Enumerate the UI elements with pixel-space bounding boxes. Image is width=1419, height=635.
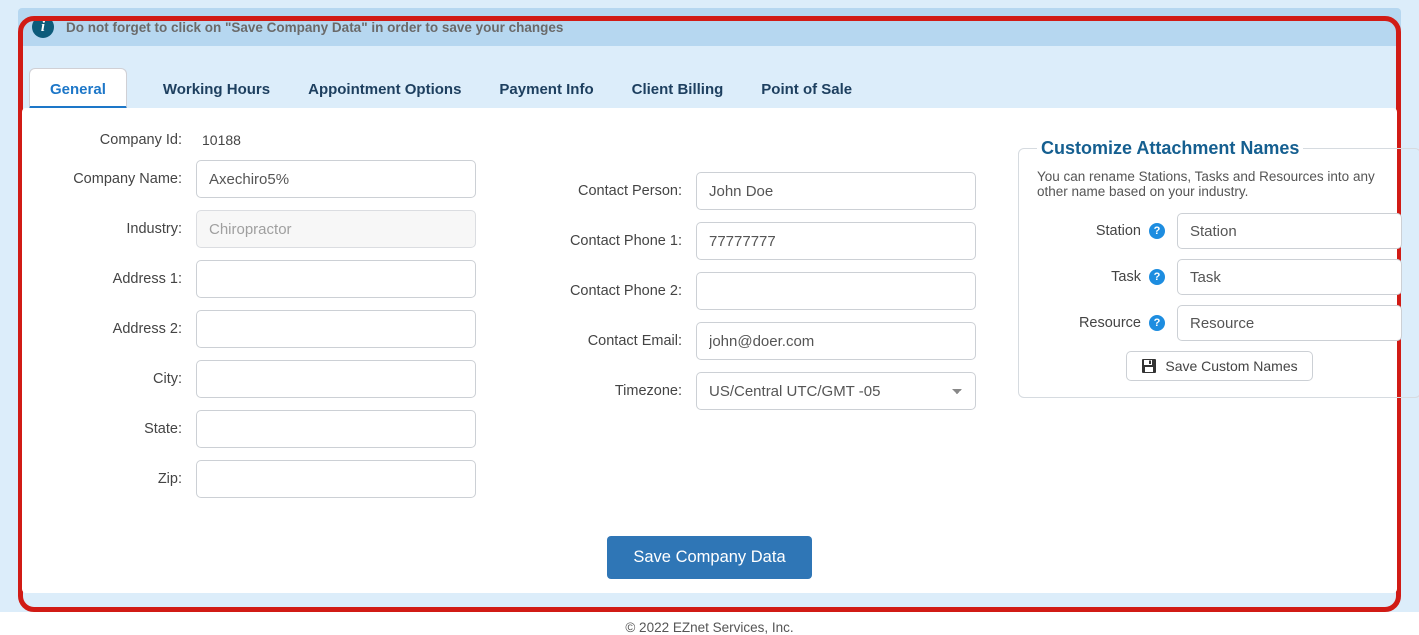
label-task: Task xyxy=(1037,269,1145,285)
save-custom-names-button[interactable]: Save Custom Names xyxy=(1126,351,1312,381)
label-contact-phone2: Contact Phone 2: xyxy=(536,283,696,299)
input-city[interactable] xyxy=(196,360,476,398)
tab-payment-info[interactable]: Payment Info xyxy=(497,71,595,108)
label-contact-phone1: Contact Phone 1: xyxy=(536,233,696,249)
label-industry: Industry: xyxy=(46,221,196,237)
tab-point-of-sale[interactable]: Point of Sale xyxy=(759,71,854,108)
label-resource: Resource xyxy=(1037,315,1145,331)
input-address2[interactable] xyxy=(196,310,476,348)
tabs-row: General Working Hours Appointment Option… xyxy=(23,67,1396,108)
input-contact-email[interactable] xyxy=(696,322,976,360)
input-address1[interactable] xyxy=(196,260,476,298)
label-state: State: xyxy=(46,421,196,437)
label-contact-email: Contact Email: xyxy=(536,333,696,349)
help-station-icon[interactable]: ? xyxy=(1149,223,1165,239)
input-task[interactable] xyxy=(1177,259,1402,295)
save-custom-label: Save Custom Names xyxy=(1165,358,1297,374)
save-icon xyxy=(1141,358,1157,374)
label-station: Station xyxy=(1037,223,1145,239)
input-contact-phone2[interactable] xyxy=(696,272,976,310)
label-zip: Zip: xyxy=(46,471,196,487)
save-company-data-button[interactable]: Save Company Data xyxy=(607,536,811,579)
input-resource[interactable] xyxy=(1177,305,1402,341)
tab-client-billing[interactable]: Client Billing xyxy=(630,71,726,108)
col-contact: Contact Person: Contact Phone 1: Contact… xyxy=(536,132,986,422)
label-company-id: Company Id: xyxy=(46,132,196,148)
input-zip[interactable] xyxy=(196,460,476,498)
input-contact-person[interactable] xyxy=(696,172,976,210)
select-industry[interactable]: Chiropractor xyxy=(196,210,476,248)
label-contact-person: Contact Person: xyxy=(536,183,696,199)
input-contact-phone1[interactable] xyxy=(696,222,976,260)
footer-copyright: © 2022 EZnet Services, Inc. xyxy=(0,612,1419,635)
select-timezone[interactable]: US/Central UTC/GMT -05 xyxy=(696,372,976,410)
col-custom: Customize Attachment Names You can renam… xyxy=(1016,132,1419,398)
help-task-icon[interactable]: ? xyxy=(1149,269,1165,285)
col-company: Company Id: 10188 Company Name: Industry… xyxy=(46,132,506,510)
value-company-id: 10188 xyxy=(196,132,241,148)
tab-general[interactable]: General xyxy=(29,68,127,109)
tab-working-hours[interactable]: Working Hours xyxy=(161,71,272,108)
highlight-box: General Working Hours Appointment Option… xyxy=(18,16,1401,612)
legend-customize: Customize Attachment Names xyxy=(1037,138,1303,159)
tab-content: Company Id: 10188 Company Name: Industry… xyxy=(22,108,1397,593)
tab-appointment-options[interactable]: Appointment Options xyxy=(306,71,463,108)
input-station[interactable] xyxy=(1177,213,1402,249)
label-company-name: Company Name: xyxy=(46,171,196,187)
label-timezone: Timezone: xyxy=(536,383,696,399)
custom-desc: You can rename Stations, Tasks and Resou… xyxy=(1037,169,1402,199)
label-address2: Address 2: xyxy=(46,321,196,337)
label-city: City: xyxy=(46,371,196,387)
label-address1: Address 1: xyxy=(46,271,196,287)
help-resource-icon[interactable]: ? xyxy=(1149,315,1165,331)
input-company-name[interactable] xyxy=(196,160,476,198)
fieldset-customize: Customize Attachment Names You can renam… xyxy=(1018,138,1419,398)
input-state[interactable] xyxy=(196,410,476,448)
